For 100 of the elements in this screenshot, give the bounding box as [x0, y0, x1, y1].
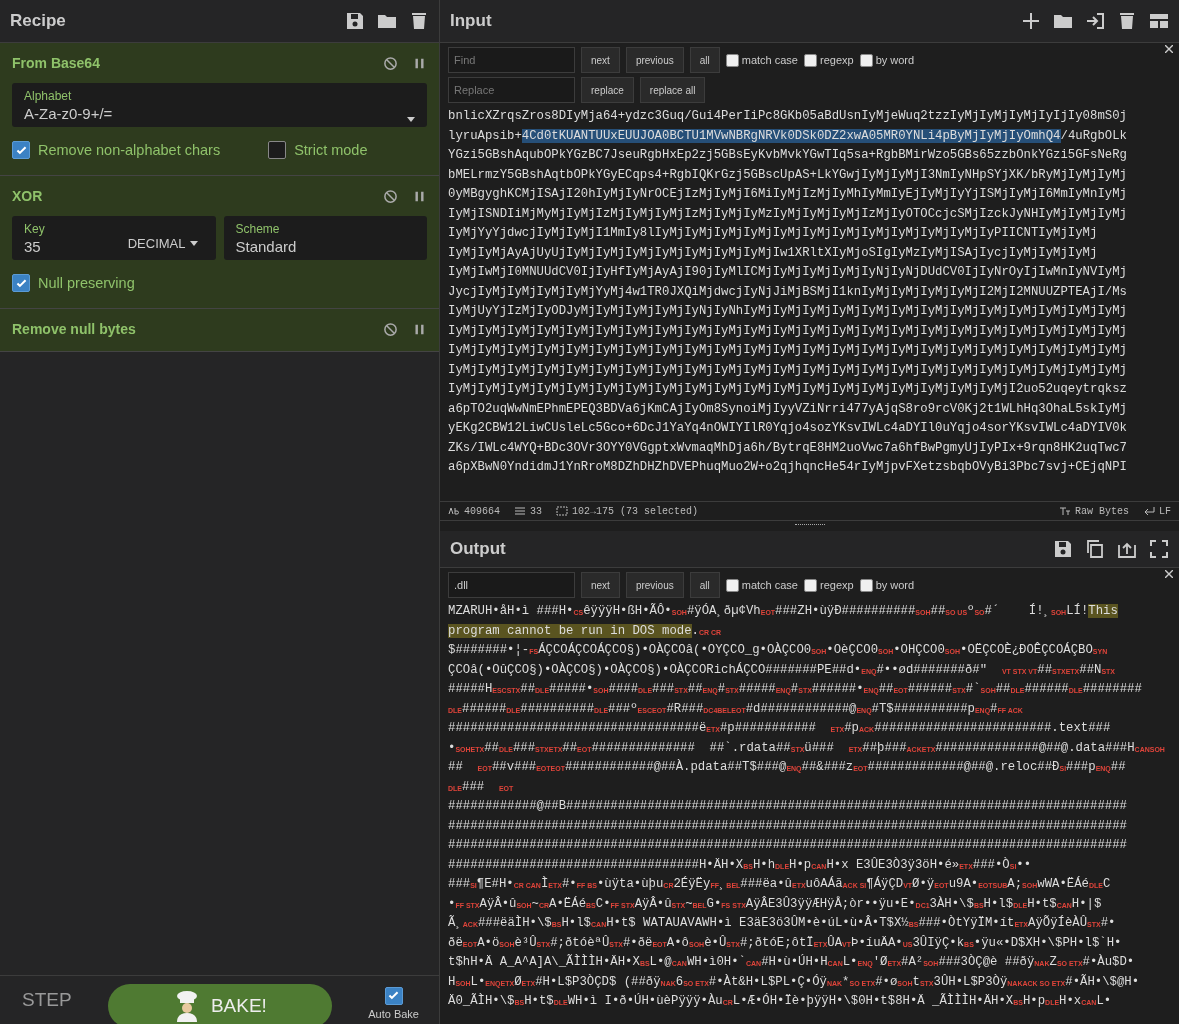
- characters-icon: [448, 506, 460, 516]
- encoding-label: Raw Bytes: [1074, 505, 1129, 517]
- auto-bake-checkbox[interactable]: [384, 986, 403, 1005]
- highlighted-text: program cannot be run in DOS mode: [448, 623, 692, 638]
- disable-icon[interactable]: [383, 55, 398, 71]
- data-text: lyruApsib+: [448, 128, 522, 143]
- dropdown-field[interactable]: Alphabet A-Za-z0-9+/=: [12, 83, 427, 127]
- data-text: ############################################################################################: [448, 838, 1127, 852]
- data-text: a6pTO2uqWwNmEPhmEPEQ3BDVa6jKmCAjIyOm8SynoiMjIyyVZiNrri477yAjqS8ro9rcV0Kj2t1WLhHq3OhaL5skIyMj: [448, 401, 1127, 416]
- data-text: IyMjYyYjdwcjIyMjIyMjI1MmIy8lIyMjIyMjIyMjIyMjIyMjIyMjIyMjIyMjIyMjIyMjIyMjIyPIICNTIyMjIyMj: [448, 226, 1098, 240]
- highlighted-text: This: [1088, 604, 1118, 618]
- option-label: match case: [741, 579, 798, 591]
- find-button[interactable]: next: [581, 572, 620, 598]
- caret-icon: [407, 117, 415, 122]
- data-text: IyMjIyMjIyMjIyMjIyMjIyMjIyMjIyMjIyMjIyMjIyMjIyMjIyMjIyMjIyMjIyMjIyMjIyMjIyMjIyMjIyMjIyMjIyMj: [448, 323, 1127, 338]
- data-text: bMELrmzY5GBshAqtbOPkYGyECqps4+RgbIQKrGzj5GBscUpAS+LkYGwjIyMjIyMjI3NmIyNHpSYjXK/bRyMjIyMjIyMj: [448, 167, 1127, 182]
- caret-icon: [189, 241, 198, 246]
- data-text: IyMjIyMjIyMjIyMjIyMjIyMjIyMjIyMjIyMjIyMjIyMjIyMjIyMjIyMjIyMjIyMjIyMjIyMjIyMjIyMjIyMjIyMjIyMj: [448, 343, 1127, 357]
- selection-range: 102→175 (73 selected): [572, 505, 699, 517]
- checkbox[interactable]: [12, 274, 30, 292]
- close-icon[interactable]: [1165, 570, 1173, 578]
- option-label: regexp: [820, 579, 854, 591]
- field-value: A-Za-z0-9+/=: [24, 105, 113, 122]
- data-text: IyMjIyMjIyMjIyMjIyMjIyMjIyMjIyMjIyMjIyMjIyMjIyMjIyMjIyMjIyMjIyMjIyMjIyMjIyMjIyMjIyMjIyMjIyMj: [448, 362, 1127, 377]
- option-checkbox[interactable]: [725, 53, 739, 67]
- input-field[interactable]: Scheme Standard: [223, 216, 427, 260]
- field-label: Alphabet: [24, 89, 73, 103]
- highlighted-text: 4Cd0tKUANTUUxEUUJOA0BCTU1MVwNBRgNRVk0DSk0DZ2xwA05MR0YNLi4pByMjIyMjIyOmhQ4: [521, 128, 1061, 143]
- find-button[interactable]: replace: [581, 77, 634, 103]
- checkbox-label: Strict mode: [294, 142, 368, 158]
- panel-title: Output: [450, 539, 506, 559]
- find-button[interactable]: all: [689, 47, 720, 73]
- find-button[interactable]: all: [689, 572, 720, 598]
- option-checkbox[interactable]: [859, 53, 873, 67]
- save-icon[interactable]: [345, 11, 365, 31]
- data-text: a6pXBwN0YndidmJ1YnRroM8DZhDHZhDVEPhuqMuo2W+o2qjhqncHe54rIyMjpvFXetzsbqbOVyBi3Pbc7svj+CEjqNPI: [448, 460, 1127, 474]
- checkbox[interactable]: [12, 141, 30, 159]
- option-checkbox[interactable]: [804, 578, 817, 592]
- data-text: ############################################################################################: [448, 818, 1127, 833]
- data-text: IyMjISNDIiMjMyMjIyMjIzMjIyMjIyMjIzMjIyMjIyMzIyMjIyMjIyMjIzMjIyOTOCcjcSMjIzckJyNHIyMjIyMjIyMj: [448, 206, 1127, 221]
- data-text: IyMjIyMjAyAjUyUjIyMjIyMjIyMjIyMjIyMjIyMjIyMjIw1XRltXIyMjoSIgIyMzIyMjISAjIycjIyMjIyMjIyMj: [448, 245, 1098, 260]
- checkbox-label: Auto Bake: [368, 1007, 419, 1020]
- data-text: /4uRgbOLk: [1060, 128, 1127, 143]
- panel-title: Input: [450, 11, 492, 31]
- checkbox-label: Null preserving: [38, 275, 135, 291]
- panel-title: Recipe: [10, 11, 66, 31]
- bake-button[interactable]: BAKE!: [107, 984, 332, 1024]
- data-text: YGzi5GBshAqubOPkYGzBC7JseuRgbHxEp2zj5GBsEyKvbMvkYGwTIq5sa+RgbBMirWzo5GBs65zzbOnkYGzi5GFsNeRg: [448, 148, 1127, 162]
- find-button[interactable]: replace all: [639, 77, 706, 103]
- step-button[interactable]: STEP: [22, 989, 72, 1011]
- return-icon: [1143, 506, 1155, 516]
- length-count: 409664: [464, 505, 500, 517]
- find-button[interactable]: next: [581, 47, 620, 73]
- option-label: regexp: [820, 54, 854, 66]
- option-label: by word: [875, 579, 915, 591]
- disable-icon[interactable]: [383, 188, 398, 204]
- selection-icon: [556, 506, 569, 516]
- data-text: ############@##B############################################################################: [448, 799, 1127, 813]
- text-size-icon: [1058, 506, 1071, 516]
- checkbox-label: Remove non-alphabet chars: [38, 142, 221, 158]
- data-text: bnlicXZrqsZros8DIyMja64+ydzc3Guq/Gui4PerIiPc8GKb05aBdUsnIyMjeWuq2tzzIyMjIyMjIyMjIyIjIy08mS0j: [448, 109, 1127, 123]
- trash-icon[interactable]: [409, 11, 429, 31]
- data-text: 0yMBgyghKCMjISAjI20hIyMjIyNrOCEjIzMjIyMjI6MiIyMjIzMjIyMhIyMmIyEjIyMjIyYjISMjIyMjI6MmIyMnIyMj: [448, 187, 1127, 201]
- copy-icon[interactable]: [1085, 539, 1105, 559]
- field-label: Scheme: [235, 222, 281, 236]
- operation-name: XOR: [12, 188, 43, 204]
- field-value: Standard: [235, 238, 297, 255]
- layout-icon[interactable]: [1149, 11, 1169, 31]
- eol-label: LF: [1159, 505, 1171, 517]
- close-icon[interactable]: [1165, 45, 1173, 53]
- find-field[interactable]: Find: [448, 47, 575, 73]
- option-label: by word: [875, 54, 915, 66]
- save-icon[interactable]: [1053, 539, 1073, 559]
- line-count: 33: [530, 505, 543, 517]
- option-checkbox[interactable]: [725, 578, 739, 592]
- import-icon[interactable]: [1085, 11, 1105, 31]
- checkbox[interactable]: [268, 141, 287, 159]
- lines-icon: [514, 506, 526, 516]
- data-text: Ã: [448, 916, 456, 930]
- find-field[interactable]: Replace: [448, 77, 575, 103]
- checkmark-icon: [387, 989, 401, 1002]
- field-value: 35: [24, 238, 42, 255]
- find-button[interactable]: previous: [625, 572, 684, 598]
- data-text: yEKg2CBW12LiwCUsleLc5Gco+6DcJ1YaYq4nOWIYIlR0Yqjo4sozYKsvIWLc4aDYIl0uYqjo4sorYKsvIWLc4aDYIV0k: [448, 421, 1127, 435]
- operation-name: Remove null bytes: [12, 321, 136, 337]
- find-button[interactable]: previous: [625, 47, 684, 73]
- field-label: Key: [24, 222, 45, 236]
- option-checkbox[interactable]: [804, 53, 817, 67]
- trash-icon[interactable]: [1117, 11, 1137, 31]
- option-label: match case: [741, 54, 798, 66]
- search-field[interactable]: .dll: [448, 572, 575, 598]
- data-text: IyMjUyYjIzMjIyODJyMjIyMjIyMjIyMjIyNjIyNhIyMjIyMjIyMjIyMjIyMjIyMjIyMjIyMjIyMjIyMjIyMjIyMjIyMj: [448, 304, 1127, 318]
- disable-icon[interactable]: [383, 321, 398, 337]
- format-dropdown[interactable]: DECIMAL: [121, 235, 204, 255]
- data-text: IyMjIyMjIyMjIyMjIyMjIyMjIyMjIyMjIyMjIyMjIyMjIyMjIyMjIyMjIyMjIyMjIyMjIyMjIyMjI2uo52uqeytrqksz: [448, 382, 1127, 396]
- add-icon[interactable]: [1021, 11, 1041, 31]
- data-text: ZKs/IWLc4WYQ+BDc3OVr3OYY0VGgptxWvmaqMhDja6h/BytrqE8HM2uoVwc7a6hfBwPgmyUjIyPIx+9rqn8HK2uqTwc7: [448, 440, 1127, 455]
- fullscreen-icon[interactable]: [1149, 539, 1169, 559]
- input-field[interactable]: Key 35 DECIMAL: [12, 216, 216, 260]
- option-checkbox[interactable]: [859, 578, 873, 592]
